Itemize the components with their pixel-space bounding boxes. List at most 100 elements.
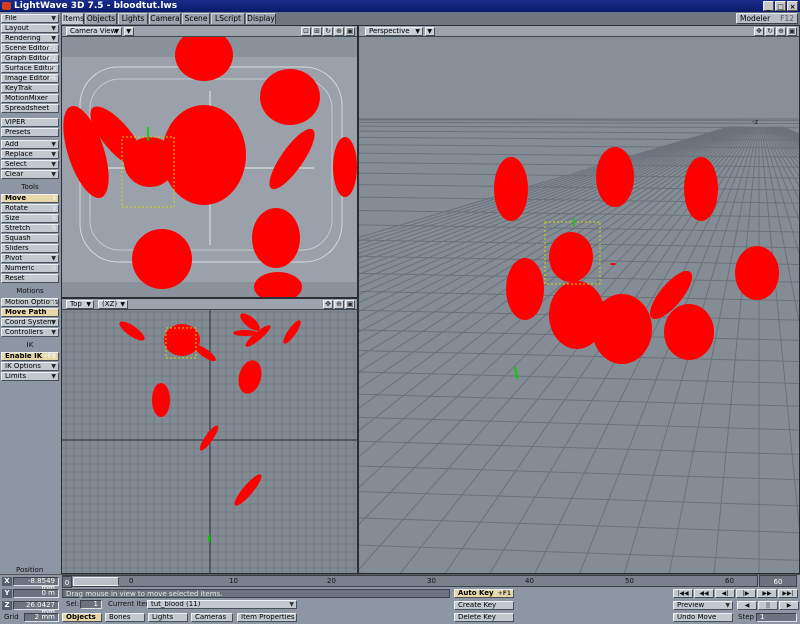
sidebar-item-limits[interactable]: Limits ▼ (1, 372, 59, 381)
pause-icon[interactable]: || (758, 601, 778, 610)
current-item-dropdown[interactable]: tut_blood (11) ▼ (147, 600, 297, 609)
minimize-icon[interactable]: _ (763, 1, 774, 11)
sidebar-item-add[interactable]: Add ▼ (1, 140, 59, 149)
sidebar-item-pivot[interactable]: Pivot ▼ (1, 254, 59, 263)
sidebar-item-rendering[interactable]: Rendering ▼ (1, 34, 59, 43)
item-type-cameras[interactable]: Cameras (191, 613, 233, 622)
tab-objects[interactable]: Objects (85, 13, 117, 24)
grid-label: Grid (4, 613, 19, 621)
create-key-button[interactable]: Create Key (454, 601, 514, 610)
sidebar-item-ik-options[interactable]: IK Options ▼ (1, 362, 59, 371)
perspective-viewport[interactable]: Perspective ▼ ▼ ✥ ↻ ⊕ ▣ -z (358, 25, 800, 574)
sidebar-item-numeric[interactable]: Numeric n (1, 264, 59, 273)
rotate-view-icon[interactable]: ↻ (323, 27, 333, 36)
sidebar-item-surface-editor[interactable]: Surface Editor F5 (1, 64, 59, 73)
maximize-view-icon[interactable]: ▣ (787, 27, 797, 36)
view-type-dropdown[interactable]: Perspective ▼ (365, 27, 423, 36)
sidebar-item-motionmixer[interactable]: MotionMixer (1, 94, 59, 103)
z-axis-label: Z (2, 601, 12, 610)
zoom-selected-icon[interactable]: ⊞ (312, 27, 322, 36)
sidebar-item-clear[interactable]: Clear ▼ (1, 170, 59, 179)
sidebar-item-enable-ik[interactable]: Enable IK +F8 (1, 352, 59, 361)
x-position-field[interactable]: -8.8549 mm (13, 577, 59, 592)
maximize-icon[interactable]: □ (775, 1, 786, 11)
sidebar-item-stretch[interactable]: Stretch h (1, 224, 59, 233)
sidebar-item-rotate[interactable]: Rotate y (1, 204, 59, 213)
sidebar-item-spreadsheet[interactable]: Spreadsheet (1, 104, 59, 113)
grid-size-field[interactable]: 2 mm (24, 613, 59, 622)
maximize-view-icon[interactable]: ▣ (345, 27, 355, 36)
timeline-slider[interactable]: 0 0 10 20 30 40 50 60 (62, 575, 758, 588)
y-position-field[interactable]: 0 m (13, 589, 59, 598)
sidebar-item-motion-options[interactable]: Motion Options m (1, 298, 59, 307)
sidebar-item-label: Spreadsheet (5, 104, 50, 112)
z-position-field[interactable]: 26.0427 mm (13, 601, 59, 616)
sidebar-item-reset[interactable]: Reset (1, 274, 59, 283)
fast-forward-icon[interactable]: ▶▶ (757, 589, 777, 598)
sidebar-item-replace[interactable]: Replace ▼ (1, 150, 59, 159)
item-type-lights[interactable]: Lights (148, 613, 188, 622)
axis-plane-dropdown[interactable]: (XZ) ▼ (98, 300, 128, 309)
auto-key-button[interactable]: Auto Key +F1 (454, 589, 514, 598)
sidebar-item-keytrak[interactable]: KeyTrak (1, 84, 59, 93)
rewind-icon[interactable]: ◀◀ (694, 589, 714, 598)
rotate-view-icon[interactable]: ↻ (765, 27, 775, 36)
viewport-options-dropdown[interactable]: ▼ (124, 27, 134, 36)
sidebar-item-label: Coord System (5, 318, 54, 326)
play-forward-icon[interactable]: ▶ (779, 601, 799, 610)
sidebar-item-presets[interactable]: Presets (1, 128, 59, 137)
sidebar-item-file[interactable]: File ▼ (1, 14, 59, 23)
sidebar-item-size[interactable]: Size h (1, 214, 59, 223)
zoom-view-icon[interactable]: ⊕ (334, 27, 344, 36)
timeline-current-frame: 0 (129, 577, 134, 585)
move-view-icon[interactable]: ✥ (323, 300, 333, 309)
previous-frame-icon[interactable]: ◀| (715, 589, 735, 598)
preview-dropdown[interactable]: Preview ▼ (673, 601, 733, 610)
sidebar-item-controllers[interactable]: Controllers ▼ (1, 328, 59, 337)
sidebar-item-coord-system[interactable]: Coord System ▼ (1, 318, 59, 327)
maximize-view-icon[interactable]: ▣ (345, 300, 355, 309)
move-view-icon[interactable]: ✥ (754, 27, 764, 36)
perspective-canvas: -z (359, 37, 799, 573)
sidebar-item-label: Move (5, 194, 27, 202)
sidebar-item-scene-editor[interactable]: Scene Editor ^F1 (1, 44, 59, 53)
undo-move-button[interactable]: Undo Move (673, 613, 733, 622)
sidebar-item-squash[interactable]: Squash (1, 234, 59, 243)
sidebar-item-sliders[interactable]: Sliders (1, 244, 59, 253)
item-type-objects[interactable]: Objects (62, 613, 102, 622)
top-view-canvas (62, 310, 357, 573)
play-reverse-icon[interactable]: ◀ (737, 601, 757, 610)
view-type-dropdown[interactable]: Top ▼ (66, 300, 94, 309)
tab-scene[interactable]: Scene (182, 13, 210, 24)
tab-lights[interactable]: Lights (118, 13, 148, 24)
timeline-end-field[interactable]: 60 (759, 575, 797, 587)
modeler-button[interactable]: Modeler F12 (736, 13, 798, 24)
frame-slider-thumb[interactable] (73, 577, 119, 586)
sidebar-item-viper[interactable]: VIPER (1, 118, 59, 127)
tab-camera[interactable]: Camera (149, 13, 181, 24)
step-field[interactable]: 1 (756, 613, 797, 622)
tab-items[interactable]: Items (62, 13, 84, 24)
camera-viewport[interactable]: Camera View ▼ ▼ ⊡ ⊞ ↻ ⊕ ▣ (61, 25, 358, 298)
item-properties-button[interactable]: Item Properties (237, 613, 297, 622)
tab-display[interactable]: Display (246, 13, 276, 24)
zoom-to-fit-icon[interactable]: ⊡ (301, 27, 311, 36)
item-type-bones[interactable]: Bones (105, 613, 145, 622)
tab-lscript[interactable]: LScript (211, 13, 245, 24)
sidebar-item-move-path[interactable]: Move Path (1, 308, 59, 317)
view-type-dropdown[interactable]: Camera View ▼ (66, 27, 122, 36)
sidebar-item-select[interactable]: Select ▼ (1, 160, 59, 169)
top-viewport[interactable]: Top ▼ (XZ) ▼ ✥ ⊕ ▣ (61, 298, 358, 574)
sidebar-item-image-editor[interactable]: Image Editor F6 (1, 74, 59, 83)
viewport-options-dropdown[interactable]: ▼ (425, 27, 435, 36)
sidebar-item-graph-editor[interactable]: Graph Editor ^F2 (1, 54, 59, 63)
sidebar-item-layout[interactable]: Layout ▼ (1, 24, 59, 33)
go-to-start-icon[interactable]: |◀◀ (673, 589, 693, 598)
go-to-end-icon[interactable]: ▶▶| (778, 589, 798, 598)
sidebar-item-move[interactable]: Move t (1, 194, 59, 203)
delete-key-button[interactable]: Delete Key (454, 613, 514, 622)
zoom-view-icon[interactable]: ⊕ (776, 27, 786, 36)
close-icon[interactable]: × (787, 1, 798, 11)
zoom-view-icon[interactable]: ⊕ (334, 300, 344, 309)
next-frame-icon[interactable]: |▶ (736, 589, 756, 598)
